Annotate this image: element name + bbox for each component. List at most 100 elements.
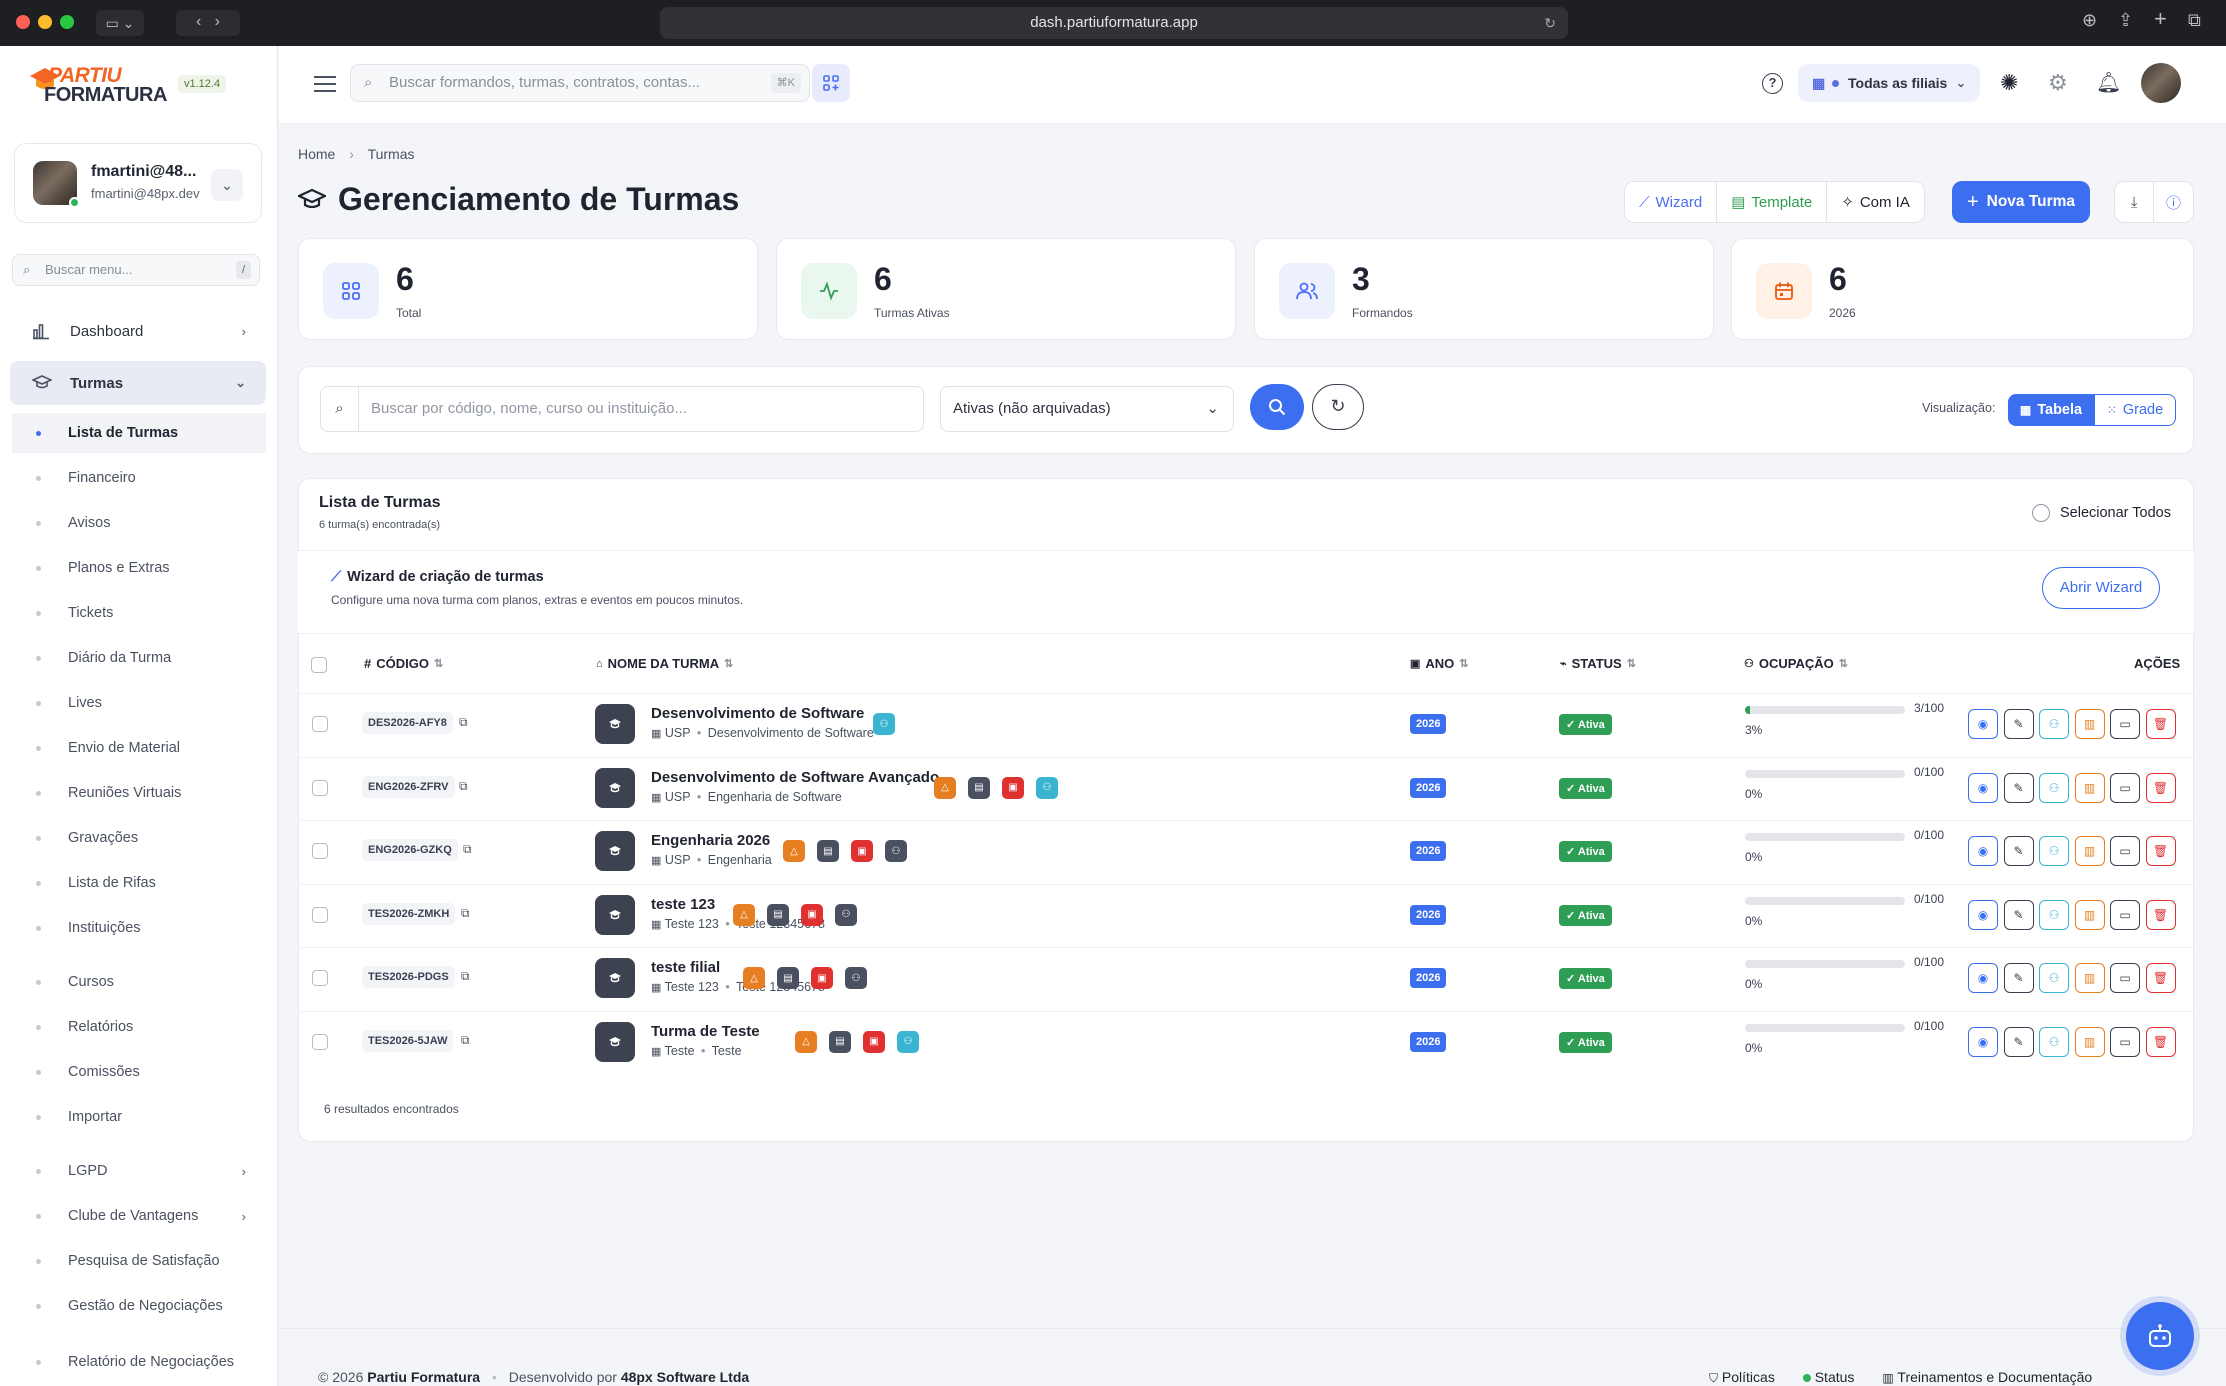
- turma-name[interactable]: teste filial: [651, 959, 720, 976]
- edit-button[interactable]: ✎: [2003, 899, 2034, 930]
- turma-name[interactable]: teste 123: [651, 896, 715, 913]
- settings-gear-icon[interactable]: ⚙: [2048, 70, 2068, 96]
- edit-button[interactable]: ✎: [2003, 1026, 2034, 1057]
- sidebar-subitem[interactable]: Envio de Material: [12, 728, 266, 768]
- sidebar-subitem[interactable]: Reuniões Virtuais: [12, 773, 266, 813]
- archive-button[interactable]: ▭: [2110, 899, 2140, 930]
- finance-button[interactable]: ▥: [2074, 963, 2105, 993]
- user-card[interactable]: fmartini@48... fmartini@48px.dev ⌄: [14, 143, 262, 223]
- tabs-overview-icon[interactable]: ⧉: [2188, 10, 2201, 31]
- sidebar-subitem[interactable]: Cursos: [12, 962, 266, 1002]
- edit-button[interactable]: ✎: [2003, 836, 2034, 866]
- template-button[interactable]: ▤ Template: [1717, 182, 1828, 222]
- view-button[interactable]: ◉: [1968, 709, 1998, 739]
- delete-button[interactable]: 🗑︎: [2145, 836, 2176, 866]
- user-plus-icon[interactable]: ⚇: [873, 713, 895, 735]
- document-icon[interactable]: ▤: [817, 840, 839, 862]
- table-row[interactable]: [299, 947, 2193, 1010]
- turma-name[interactable]: Turma de Teste: [651, 1023, 760, 1040]
- turma-name[interactable]: Engenharia 2026: [651, 832, 770, 849]
- user-plus-icon[interactable]: ⚇: [885, 840, 907, 862]
- help-circle-icon[interactable]: ⓘ: [2154, 182, 2193, 222]
- students-button[interactable]: ⚇: [2039, 963, 2069, 993]
- column-header-occupancy[interactable]: ⚇ OCUPAÇÃO ⇅: [1744, 656, 1848, 671]
- sidebar-subitem[interactable]: Avisos: [12, 503, 266, 543]
- delete-button[interactable]: 🗑︎: [2145, 899, 2176, 930]
- footer-policies-link[interactable]: ⛉ Políticas: [1709, 1369, 1775, 1386]
- filial-selector[interactable]: ▦ Todas as filiais ⌄: [1798, 64, 1980, 102]
- sidebar-subitem[interactable]: Lista de Turmas: [12, 413, 266, 453]
- archive-button[interactable]: ▭: [2110, 709, 2140, 739]
- column-header-year[interactable]: ▣ ANO ⇅: [1410, 656, 1469, 671]
- sidebar-subitem[interactable]: Relatórios: [12, 1007, 266, 1047]
- edit-button[interactable]: ✎: [2003, 963, 2034, 993]
- finance-button[interactable]: ▥: [2074, 772, 2105, 803]
- refresh-button[interactable]: ↻: [1312, 384, 1364, 430]
- user-plus-icon[interactable]: ⚇: [835, 903, 857, 926]
- theme-toggle-icon[interactable]: ✺: [2000, 70, 2018, 96]
- archive-button[interactable]: ▭: [2110, 963, 2140, 993]
- turma-name[interactable]: Desenvolvimento de Software Avançado: [651, 769, 939, 786]
- row-checkbox[interactable]: [312, 843, 328, 859]
- calendar-event-icon[interactable]: ▣: [801, 903, 823, 926]
- table-row[interactable]: [299, 693, 2193, 756]
- edit-button[interactable]: ✎: [2003, 709, 2034, 739]
- open-wizard-button[interactable]: Abrir Wizard: [2042, 567, 2160, 609]
- copy-icon[interactable]: ⧉: [463, 842, 472, 857]
- sidebar-subitem[interactable]: Financeiro: [12, 458, 266, 498]
- finance-button[interactable]: ▥: [2074, 709, 2105, 739]
- column-header-status[interactable]: ⌁ STATUS ⇅: [1560, 656, 1636, 671]
- column-header-code[interactable]: # CÓDIGO ⇅: [364, 656, 443, 671]
- row-checkbox[interactable]: [312, 906, 328, 923]
- calendar-event-icon[interactable]: ▣: [851, 840, 873, 862]
- chevron-down-icon[interactable]: ⌄: [211, 169, 243, 201]
- sidebar-subitem[interactable]: Planos e Extras: [12, 548, 266, 588]
- user-plus-icon[interactable]: ⚇: [1036, 776, 1058, 799]
- header-checkbox[interactable]: [311, 657, 327, 673]
- sidebar-subitem[interactable]: Gestão de Negociações: [12, 1286, 266, 1326]
- turma-search-input[interactable]: ⌕ Buscar por código, nome, curso ou inst…: [320, 386, 924, 432]
- finance-button[interactable]: ▥: [2074, 899, 2105, 930]
- document-icon[interactable]: ▤: [829, 1030, 851, 1053]
- wizard-button[interactable]: ⟋ Wizard: [1625, 182, 1718, 222]
- students-button[interactable]: ⚇: [2039, 1026, 2069, 1057]
- download-icon[interactable]: ⤓: [2115, 182, 2155, 222]
- new-tab-icon[interactable]: +: [2154, 6, 2167, 32]
- select-all-checkbox[interactable]: [2032, 504, 2050, 522]
- column-header-name[interactable]: ⌂ NOME DA TURMA ⇅: [596, 656, 733, 671]
- app-logo[interactable]: PARTIU FORMATURA: [28, 64, 167, 106]
- delete-button[interactable]: 🗑︎: [2145, 1026, 2176, 1057]
- row-checkbox[interactable]: [312, 1033, 328, 1050]
- sidebar-item-dashboard[interactable]: Dashboard ›: [10, 309, 266, 353]
- back-forward-icon[interactable]: ‹ ›: [176, 10, 240, 36]
- edit-button[interactable]: ✎: [2003, 772, 2034, 803]
- new-turma-button[interactable]: + Nova Turma: [1952, 181, 2090, 223]
- document-icon[interactable]: ▤: [968, 776, 990, 799]
- view-button[interactable]: ◉: [1968, 1026, 1998, 1057]
- sidebar-subitem[interactable]: Instituições: [12, 908, 266, 948]
- footer-status-link[interactable]: Status: [1802, 1369, 1854, 1386]
- delete-button[interactable]: 🗑︎: [2145, 772, 2176, 803]
- view-button[interactable]: ◉: [1968, 836, 1998, 866]
- calendar-event-icon[interactable]: ▣: [863, 1030, 885, 1053]
- search-button[interactable]: [1250, 384, 1304, 430]
- turma-name[interactable]: Desenvolvimento de Software: [651, 705, 864, 722]
- row-checkbox[interactable]: [312, 970, 328, 986]
- sidebar-subitem[interactable]: Tickets: [12, 593, 266, 633]
- finance-button[interactable]: ▥: [2074, 836, 2105, 866]
- archive-button[interactable]: ▭: [2110, 772, 2140, 803]
- calendar-event-icon[interactable]: ▣: [811, 967, 833, 989]
- global-search-input[interactable]: ⌕ Buscar formandos, turmas, contratos, c…: [350, 64, 810, 102]
- downloads-icon[interactable]: ⊕: [2082, 10, 2097, 31]
- view-button[interactable]: ◉: [1968, 963, 1998, 993]
- bell-icon[interactable]: 🔔︎: [2096, 70, 2121, 95]
- minimize-window-button[interactable]: [38, 15, 52, 29]
- students-button[interactable]: ⚇: [2039, 772, 2069, 803]
- sidebar-item-turmas[interactable]: Turmas ⌄: [10, 361, 266, 405]
- user-plus-icon[interactable]: ⚇: [845, 967, 867, 989]
- user-plus-icon[interactable]: ⚇: [897, 1030, 919, 1053]
- close-window-button[interactable]: [16, 15, 30, 29]
- quick-actions-button[interactable]: [812, 64, 850, 102]
- students-button[interactable]: ⚇: [2039, 709, 2069, 739]
- document-icon[interactable]: ▤: [777, 967, 799, 989]
